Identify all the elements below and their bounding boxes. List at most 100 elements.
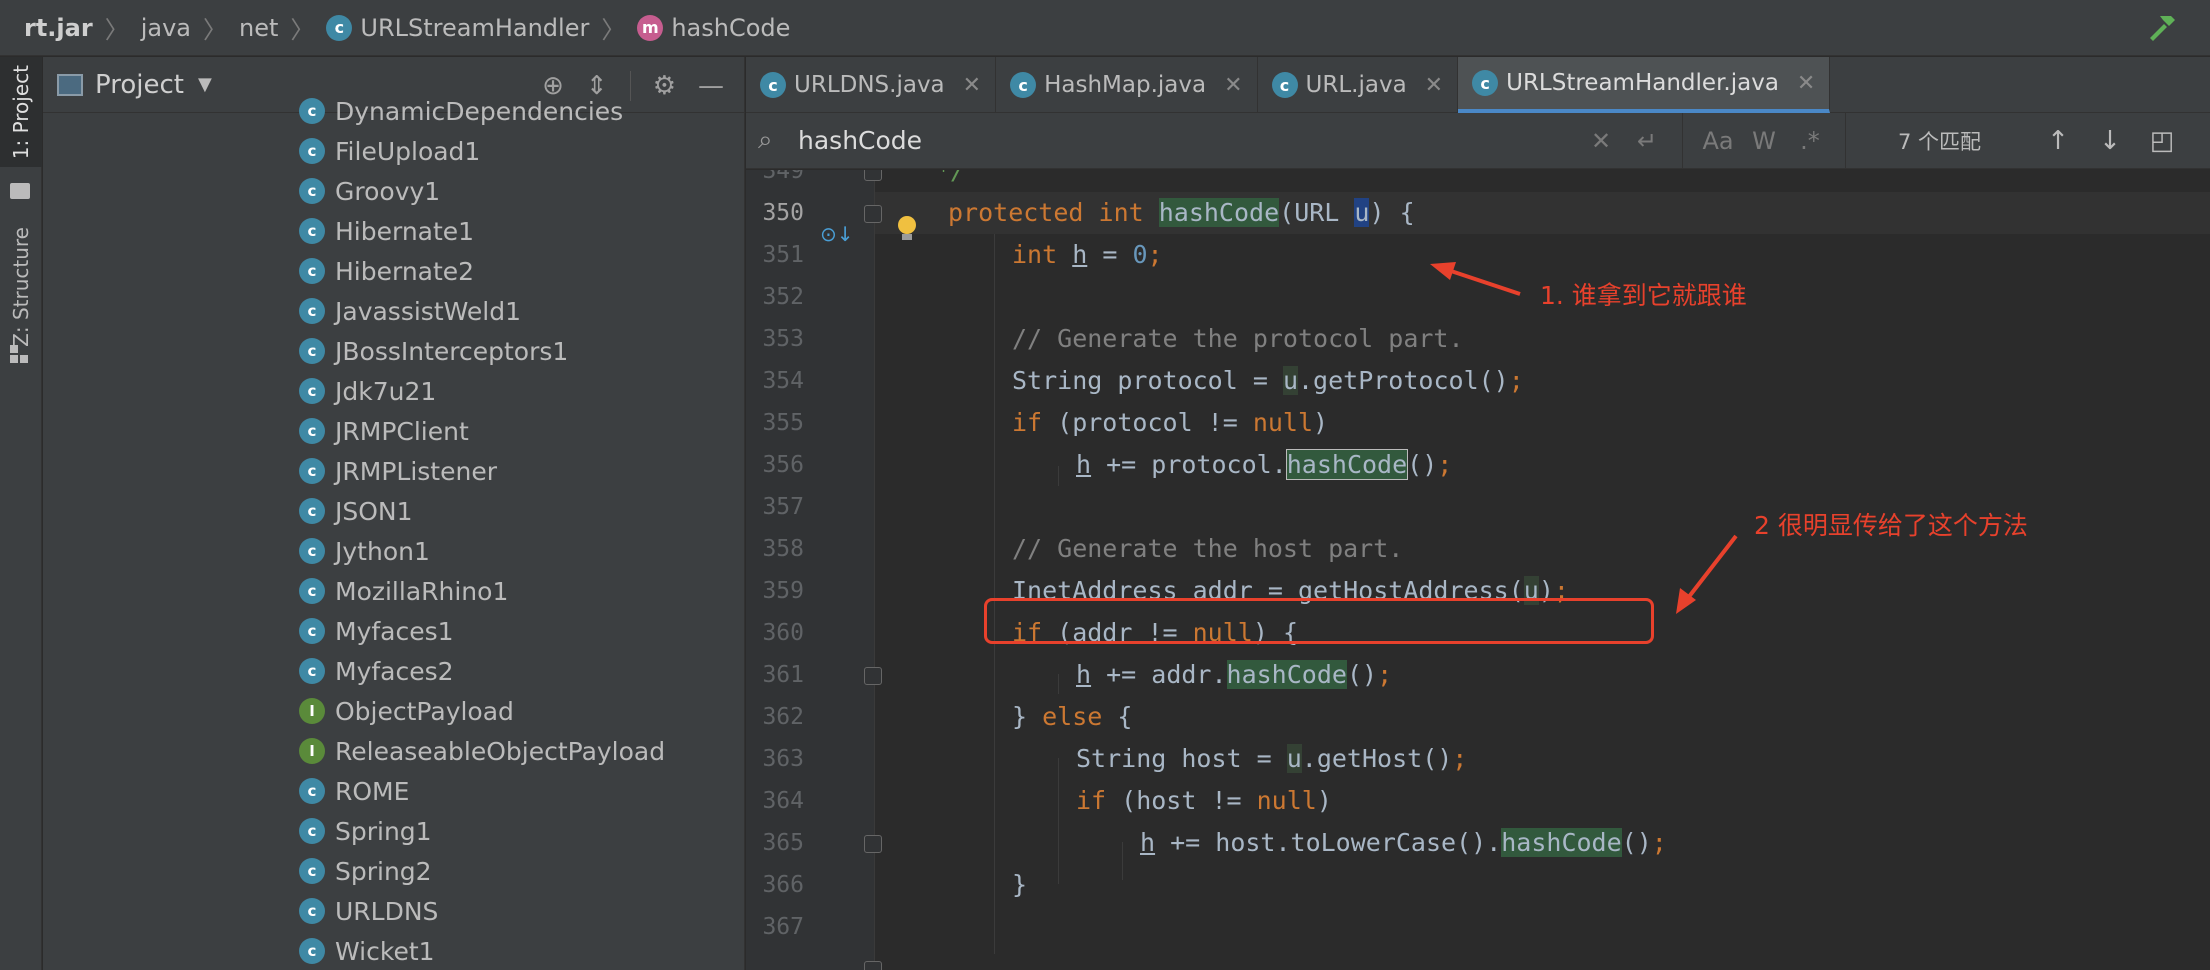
line-number: 356 [762,452,804,478]
close-icon[interactable]: ✕ [963,73,981,98]
fold-marker-icon[interactable] [864,170,882,181]
tree-item[interactable]: c JRMPListener [299,451,497,491]
tool-window-strip: 1: Project Z: Structure [0,57,42,970]
tree-item[interactable]: c Spring1 [299,811,432,851]
lightbulb-icon[interactable] [898,216,918,242]
tree-item-label: Myfaces2 [335,656,454,686]
tab-hashmap-java[interactable]: c HashMap.java ✕ [996,57,1258,113]
tree-item[interactable]: c JavassistWeld1 [299,291,521,331]
tree-item[interactable]: c Groovy1 [299,171,440,211]
code-line-356: h += protocol.hashCode(); [1076,449,1453,480]
tree-item[interactable]: c JBossInterceptors1 [299,331,568,371]
class-icon: c [1472,70,1499,96]
regex-toggle[interactable]: .* [1787,127,1833,155]
tree-item[interactable]: c MozillaRhino1 [299,571,508,611]
tree-item[interactable]: I ObjectPayload [299,691,514,731]
tree-item[interactable]: c Myfaces1 [299,611,454,651]
structure-tool-window-label: Z: Structure [9,227,33,347]
code-line-364: if (host != null) [1076,786,1332,815]
line-number: 365 [762,830,804,856]
tree-item[interactable]: c URLDNS [299,891,438,931]
new-line-icon[interactable]: ↵ [1624,127,1670,155]
tree-item[interactable]: c JSON1 [299,491,413,531]
fold-marker-icon[interactable] [864,205,882,223]
class-icon: c [299,298,325,324]
tree-item-label: JRMPListener [335,456,497,486]
class-icon: c [299,178,325,204]
tree-item-label: ReleaseableObjectPayload [335,736,666,766]
tree-item-label: ObjectPayload [335,696,514,726]
tree-item[interactable]: c Myfaces2 [299,651,454,691]
indent-guide [1058,674,1059,694]
tree-item[interactable]: c DynamicDependencies [299,91,623,131]
breadcrumb-method[interactable]: m hashCode [637,14,790,42]
previous-occurrence-icon[interactable]: ↑ [2032,126,2084,156]
breadcrumb-net[interactable]: net [239,14,278,42]
breadcrumb-java[interactable]: java [141,14,191,42]
fold-marker-icon[interactable] [864,835,882,853]
class-icon: c [299,378,325,404]
class-icon: c [299,938,325,964]
tab-structure-tool-window[interactable]: Z: Structure [0,227,42,347]
code-line-351: int h = 0; [1012,240,1163,269]
line-number: 359 [762,578,804,604]
line-number: 367 [762,914,804,940]
fold-marker-icon[interactable] [864,961,882,970]
clear-search-icon[interactable]: ✕ [1578,127,1624,155]
tree-item[interactable]: c Hibernate2 [299,251,474,291]
tree-item[interactable]: c Jdk7u21 [299,371,436,411]
code-line-349: */ [936,170,967,185]
breadcrumb-separator-icon: 〉 [104,16,129,44]
tree-item[interactable]: c Jython1 [299,531,430,571]
class-icon: c [299,498,325,524]
tree-item[interactable]: c Hibernate1 [299,211,474,251]
project-tool-window-label: 1: Project [9,64,33,160]
tree-item[interactable]: c Spring2 [299,851,432,891]
indent-guide [994,234,995,954]
code-line-354: String protocol = u.getProtocol(); [1012,366,1524,395]
tab-urldns-java[interactable]: c URLDNS.java ✕ [746,57,997,113]
line-number: 354 [762,368,804,394]
line-number: 351 [762,242,804,268]
tree-item[interactable]: c Wicket1 [299,931,435,970]
minimize-icon[interactable]: — [698,71,724,101]
project-panel: Project ▼ ⊕ ⇕ ⚙ — c DynamicDependencies c F… [43,57,745,970]
tree-item[interactable]: c FileUpload1 [299,131,480,171]
chevron-down-icon[interactable]: ▼ [198,74,212,95]
code-editor[interactable]: 349 350 351 352 353 354 355 356 357 358 359 360 361 3… [746,170,2210,970]
tree-item[interactable]: c JRMPClient [299,411,469,451]
tree-item[interactable]: I ReleaseableObjectPayload [299,731,665,771]
match-case-toggle[interactable]: Aa [1695,127,1741,155]
next-occurrence-icon[interactable]: ↓ [2084,126,2136,156]
toolbar-divider [629,71,631,101]
line-number: 350 [762,200,804,226]
class-icon: c [299,458,325,484]
whole-words-toggle[interactable]: W [1741,127,1787,155]
open-in-window-icon[interactable]: ◰ [2136,126,2188,156]
overrides-method-icon[interactable]: ⊙↓ [820,222,854,246]
close-icon[interactable]: ✕ [1224,73,1242,98]
class-icon: c [1271,72,1298,98]
class-icon: c [299,418,325,444]
close-icon[interactable]: ✕ [1425,73,1443,98]
highlight-box [984,598,1654,644]
tree-item[interactable]: c ROME [299,771,409,811]
tab-project-tool-window[interactable]: 1: Project [0,57,42,167]
build-hammer-icon[interactable] [2144,10,2180,46]
tree-item-label: JBossInterceptors1 [335,336,569,366]
tab-label: URLStreamHandler.java [1506,70,1779,96]
tab-urlstreamhandler-java[interactable]: c URLStreamHandler.java ✕ [1458,57,1831,113]
tree-item-label: Hibernate2 [335,256,475,286]
breadcrumb-rt-jar[interactable]: rt.jar [24,14,93,42]
search-input[interactable] [798,112,1578,169]
breadcrumb-class[interactable]: c URLStreamHandler [326,14,589,42]
line-number: 352 [762,284,804,310]
close-icon[interactable]: ✕ [1797,71,1815,96]
interface-icon: I [299,738,325,764]
interface-icon: I [299,698,325,724]
fold-marker-icon[interactable] [864,667,882,685]
tab-url-java[interactable]: c URL.java ✕ [1258,57,1459,113]
gear-icon[interactable]: ⚙ [653,71,676,101]
tab-label: URL.java [1305,72,1407,98]
find-bar-divider [1682,112,1683,169]
